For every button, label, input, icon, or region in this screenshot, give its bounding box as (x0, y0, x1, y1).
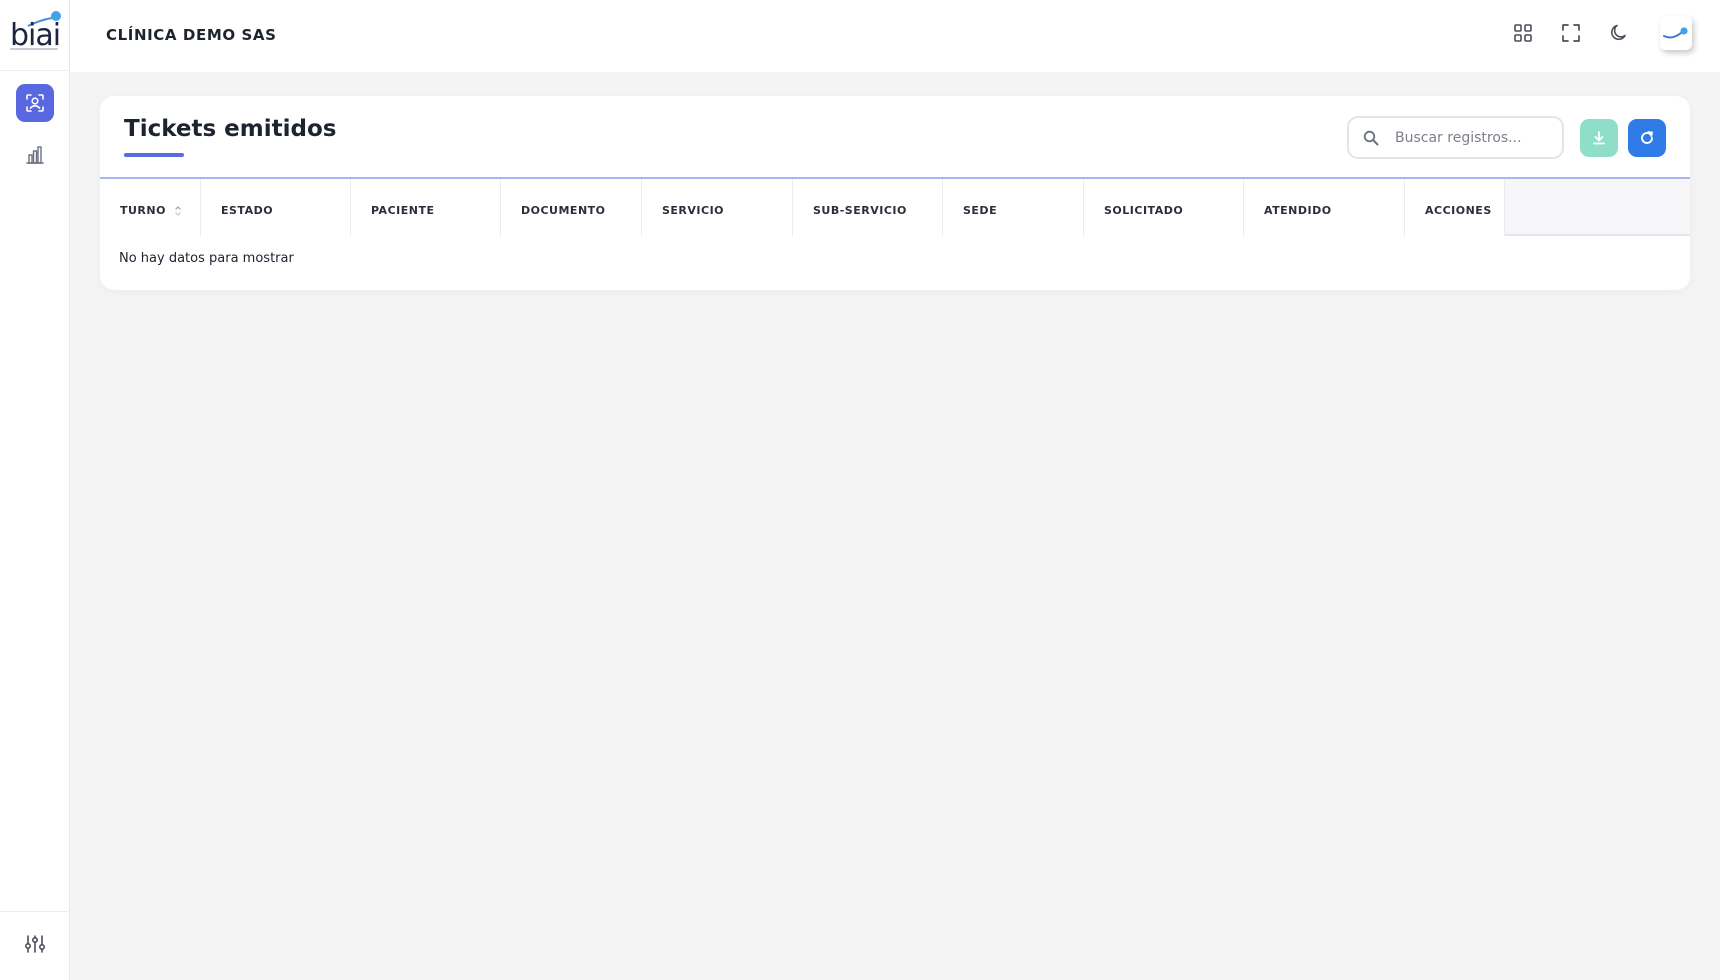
column-label: SUB-SERVICIO (813, 204, 907, 217)
download-icon (1593, 131, 1605, 145)
column-label: DOCUMENTO (521, 204, 606, 217)
column-label: SOLICITADO (1104, 204, 1184, 217)
moon-icon (1611, 24, 1626, 41)
column-label: SERVICIO (662, 204, 725, 217)
column-header-sede[interactable]: SEDE (943, 179, 1084, 236)
user-avatar[interactable] (1660, 16, 1692, 50)
fullscreen-button[interactable] (1558, 20, 1584, 46)
column-header-documento[interactable]: DOCUMENTO (501, 179, 642, 236)
sidebar-divider (0, 70, 70, 71)
page-title: Tickets emitidos (124, 116, 337, 142)
search-input[interactable] (1395, 126, 1555, 150)
search-box[interactable] (1347, 116, 1564, 159)
user-scan-icon (26, 94, 44, 112)
column-header-estado[interactable]: ESTADO (201, 179, 351, 236)
column-label: TURNO (120, 204, 166, 217)
empty-table-message: No hay datos para mostrar (119, 251, 294, 266)
column-header-solicitado[interactable]: SOLICITADO (1084, 179, 1244, 236)
column-header-servicio[interactable]: SERVICIO (642, 179, 793, 236)
title-underline (124, 153, 184, 157)
column-label: SEDE (963, 204, 998, 217)
bar-chart-icon (26, 146, 44, 164)
tickets-card: Tickets emitidos TURNO (100, 96, 1690, 290)
column-header-sub-servicio[interactable]: SUB-SERVICIO (793, 179, 943, 236)
column-label: ESTADO (221, 204, 274, 217)
app-logo[interactable]: biai (8, 10, 62, 53)
column-header-paciente[interactable]: PACIENTE (351, 179, 501, 236)
refresh-button[interactable] (1628, 119, 1666, 157)
sort-icon[interactable] (174, 205, 182, 217)
grid-icon (1514, 24, 1532, 42)
refresh-icon (1641, 131, 1653, 144)
dark-mode-toggle[interactable] (1606, 20, 1632, 46)
organization-name: CLÍNICA DEMO SAS (106, 26, 277, 44)
column-label: ACCIONES (1425, 204, 1492, 217)
column-header-acciones[interactable]: ACCIONES (1405, 179, 1505, 236)
column-label: PACIENTE (371, 204, 435, 217)
search-icon (1363, 130, 1379, 146)
column-label: ATENDIDO (1264, 204, 1332, 217)
logo-tagline (10, 48, 58, 50)
download-button[interactable] (1580, 119, 1618, 157)
settings-button[interactable] (16, 925, 54, 963)
column-header-atendido[interactable]: ATENDIDO (1244, 179, 1405, 236)
table-header: TURNO ESTADO PACIENTE DOCUMENTO SERVICIO… (100, 179, 1690, 236)
sliders-icon (24, 935, 46, 953)
apps-grid-button[interactable] (1510, 20, 1536, 46)
fullscreen-icon (1562, 24, 1580, 42)
avatar-logo-icon (1663, 27, 1688, 39)
sidebar-bottom-divider (0, 911, 70, 912)
sidebar: biai (0, 0, 70, 980)
sidebar-item-reports[interactable] (16, 136, 54, 174)
column-header-turno[interactable]: TURNO (100, 179, 201, 236)
top-header: CLÍNICA DEMO SAS (70, 0, 1720, 72)
sidebar-item-tickets[interactable] (16, 84, 54, 122)
